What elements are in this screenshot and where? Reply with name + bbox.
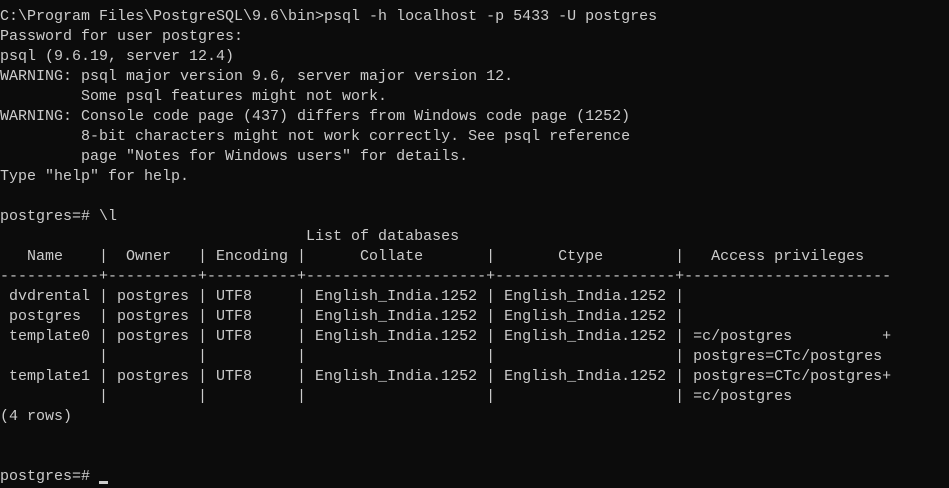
- terminal-line: WARNING: psql major version 9.6, server …: [0, 68, 514, 85]
- terminal-line: | | | | | postgres=CTc/postgres: [0, 348, 883, 365]
- terminal-line: psql (9.6.19, server 12.4): [0, 48, 235, 65]
- terminal-line: Some psql features might not work.: [0, 88, 388, 105]
- terminal-line: page "Notes for Windows users" for detai…: [0, 148, 469, 165]
- terminal-prompt[interactable]: postgres=#: [0, 467, 949, 487]
- terminal-line: postgres=# \l: [0, 208, 118, 225]
- terminal-line: Type "help" for help.: [0, 168, 190, 185]
- cursor: [99, 481, 109, 484]
- terminal-line: WARNING: Console code page (437) differs…: [0, 108, 631, 125]
- terminal-line: Password for user postgres:: [0, 28, 244, 45]
- terminal-line: template1 | postgres | UTF8 | English_In…: [0, 368, 892, 385]
- terminal-window[interactable]: C:\Program Files\PostgreSQL\9.6\bin>psql…: [0, 7, 949, 487]
- terminal-line: postgres | postgres | UTF8 | English_Ind…: [0, 308, 685, 325]
- terminal-line: (4 rows): [0, 408, 73, 425]
- terminal-line: 8-bit characters might not work correctl…: [0, 128, 631, 145]
- terminal-line: | | | | | =c/postgres: [0, 388, 793, 405]
- terminal-line: template0 | postgres | UTF8 | English_In…: [0, 328, 892, 345]
- terminal-line: Name | Owner | Encoding | Collate | Ctyp…: [0, 248, 865, 265]
- terminal-line: List of databases: [0, 228, 460, 245]
- terminal-line: dvdrental | postgres | UTF8 | English_In…: [0, 288, 685, 305]
- terminal-line: -----------+----------+----------+------…: [0, 268, 892, 285]
- terminal-line: C:\Program Files\PostgreSQL\9.6\bin>psql…: [0, 8, 658, 25]
